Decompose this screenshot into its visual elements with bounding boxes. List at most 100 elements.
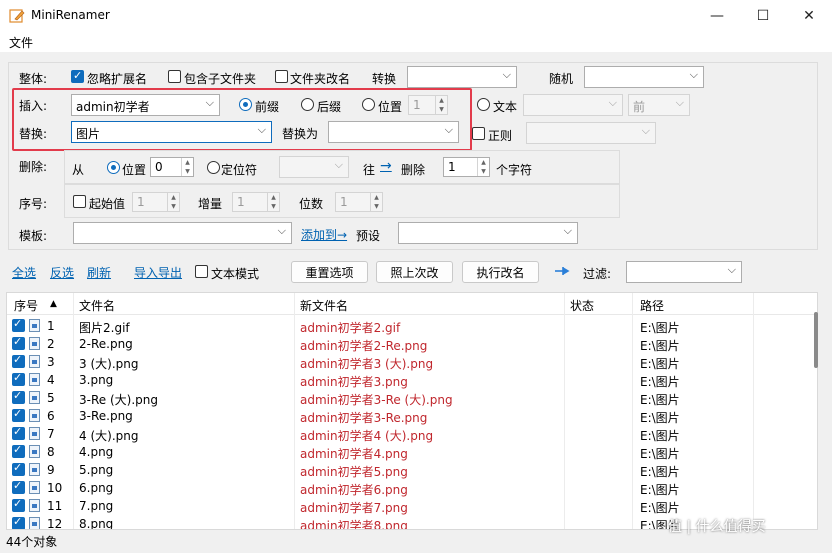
row-newname: admin初学者3 (大).png: [300, 357, 434, 371]
header-newname[interactable]: 新文件名: [300, 297, 348, 314]
row-checkbox[interactable]: [12, 353, 25, 368]
row-checkbox[interactable]: [12, 407, 25, 422]
digits-stepper[interactable]: 1 ▲ ▼: [335, 192, 383, 212]
table-row[interactable]: 8 4.png admin初学者4.png E:\图片: [7, 443, 817, 461]
refresh-link[interactable]: 刷新: [87, 264, 111, 281]
last-button[interactable]: 照上次改: [376, 261, 453, 283]
row-filename: 7.png: [79, 499, 114, 513]
random-label: 随机: [549, 72, 574, 86]
delete-action-label: 删除: [401, 163, 426, 177]
suffix-radio[interactable]: [301, 98, 314, 111]
vertical-scrollbar[interactable]: [812, 292, 820, 530]
delete-position-radio[interactable]: [107, 161, 120, 174]
regex-select[interactable]: ⌵: [526, 122, 656, 144]
import-export-link[interactable]: 导入导出: [134, 264, 182, 281]
menu-bar: [0, 32, 832, 52]
row-filename: 5.png: [79, 463, 114, 477]
locator-radio[interactable]: [207, 161, 220, 174]
whole-label: 整体:: [19, 72, 48, 86]
start-checkbox[interactable]: [73, 195, 86, 208]
reset-button[interactable]: 重置选项: [291, 261, 368, 283]
insert-label: 插入:: [19, 99, 48, 113]
row-checkbox[interactable]: [12, 389, 25, 404]
folder-rename-checkbox[interactable]: [275, 70, 288, 83]
delete-position-stepper[interactable]: 0 ▲ ▼: [150, 157, 194, 177]
row-path: E:\图片: [640, 357, 680, 371]
close-button[interactable]: ✕: [786, 0, 832, 32]
table-row[interactable]: 3 3 (大).png admin初学者3 (大).png E:\图片: [7, 353, 817, 371]
filter-select[interactable]: ⌵: [626, 261, 742, 283]
position-radio[interactable]: [362, 98, 375, 111]
menu-file[interactable]: 文件: [9, 34, 33, 51]
table-row[interactable]: 4 3.png admin初学者3.png E:\图片: [7, 371, 817, 389]
table-header: [7, 293, 817, 315]
watermark: 值 | 什么值得买: [668, 519, 766, 535]
preset-select[interactable]: ⌵: [398, 222, 578, 244]
row-checkbox[interactable]: [12, 371, 25, 386]
row-checkbox[interactable]: [12, 425, 25, 440]
row-filename: 2-Re.png: [79, 337, 133, 351]
increment-stepper[interactable]: 1 ▲ ▼: [232, 192, 280, 212]
table-row[interactable]: 9 5.png admin初学者5.png E:\图片: [7, 461, 817, 479]
row-checkbox[interactable]: [12, 317, 25, 332]
replace-combo[interactable]: 图片 ⌵: [71, 121, 272, 143]
row-path: E:\图片: [640, 339, 680, 353]
regex-checkbox[interactable]: [472, 127, 485, 140]
table-row[interactable]: 7 4 (大).png admin初学者4 (大).png E:\图片: [7, 425, 817, 443]
insert-position-stepper[interactable]: 1 ▲ ▼: [408, 95, 448, 115]
row-checkbox[interactable]: [12, 515, 25, 529]
replace-with-combo[interactable]: ⌵: [328, 121, 459, 143]
row-path: E:\图片: [640, 465, 680, 479]
include-sub-checkbox[interactable]: [168, 70, 181, 83]
table-row[interactable]: 1 图片2.gif admin初学者2.gif E:\图片: [7, 317, 817, 335]
template-label: 模板:: [19, 229, 48, 243]
file-icon: [29, 427, 40, 440]
row-seq: 10: [47, 481, 63, 495]
replace-with-label: 替换为: [282, 127, 319, 141]
header-filename[interactable]: 文件名: [79, 297, 115, 314]
invert-link[interactable]: 反选: [50, 264, 74, 281]
select-all-link[interactable]: 全选: [12, 264, 36, 281]
row-checkbox[interactable]: [12, 497, 25, 512]
front-select[interactable]: 前 ⌵: [628, 94, 690, 116]
convert-select[interactable]: ⌵: [407, 66, 517, 88]
add-to-link[interactable]: 添加到→: [301, 226, 347, 243]
start-stepper[interactable]: 1 ▲ ▼: [132, 192, 180, 212]
insert-combo[interactable]: admin初学者 ⌵: [71, 94, 220, 116]
table-row[interactable]: 6 3-Re.png admin初学者3-Re.png E:\图片: [7, 407, 817, 425]
text-select[interactable]: ⌵: [523, 94, 623, 116]
row-checkbox[interactable]: [12, 461, 25, 476]
row-seq: 8: [47, 445, 55, 459]
minimize-button[interactable]: —: [694, 0, 740, 32]
row-newname: admin初学者4.png: [300, 447, 408, 461]
ignore-ext-checkbox[interactable]: [71, 69, 84, 83]
locator-label: 定位符: [221, 163, 258, 177]
app-pencil-icon: [9, 8, 25, 24]
row-path: E:\图片: [640, 483, 680, 497]
row-newname: admin初学者7.png: [300, 501, 408, 515]
row-checkbox[interactable]: [12, 335, 25, 350]
maximize-button[interactable]: ☐: [740, 0, 786, 32]
header-state[interactable]: 状态: [570, 297, 594, 314]
file-icon: [29, 445, 40, 458]
table-row[interactable]: 11 7.png admin初学者7.png E:\图片: [7, 497, 817, 515]
header-path[interactable]: 路径: [640, 297, 664, 314]
table-row[interactable]: 2 2-Re.png admin初学者2-Re.png E:\图片: [7, 335, 817, 353]
template-combo[interactable]: ⌵: [73, 222, 292, 244]
text-radio[interactable]: [477, 98, 490, 111]
row-checkbox[interactable]: [12, 479, 25, 494]
table-row[interactable]: 10 6.png admin初学者6.png E:\图片: [7, 479, 817, 497]
table-row[interactable]: 5 3-Re (大).png admin初学者3-Re (大).png E:\图片: [7, 389, 817, 407]
prefix-radio[interactable]: [239, 98, 252, 111]
header-seq[interactable]: 序号: [14, 297, 38, 314]
locator-select[interactable]: ⌵: [279, 156, 349, 178]
direction-arrow-icon[interactable]: →: [380, 158, 392, 174]
execute-button[interactable]: 执行改名: [462, 261, 539, 283]
pin-icon[interactable]: [554, 264, 570, 281]
delete-count-stepper[interactable]: 1 ▲ ▼: [443, 157, 490, 177]
text-mode-checkbox[interactable]: [195, 265, 208, 278]
replace-label: 替换:: [19, 127, 48, 141]
sequence-label: 序号:: [19, 197, 48, 211]
random-select[interactable]: ⌵: [584, 66, 704, 88]
row-checkbox[interactable]: [12, 443, 25, 458]
